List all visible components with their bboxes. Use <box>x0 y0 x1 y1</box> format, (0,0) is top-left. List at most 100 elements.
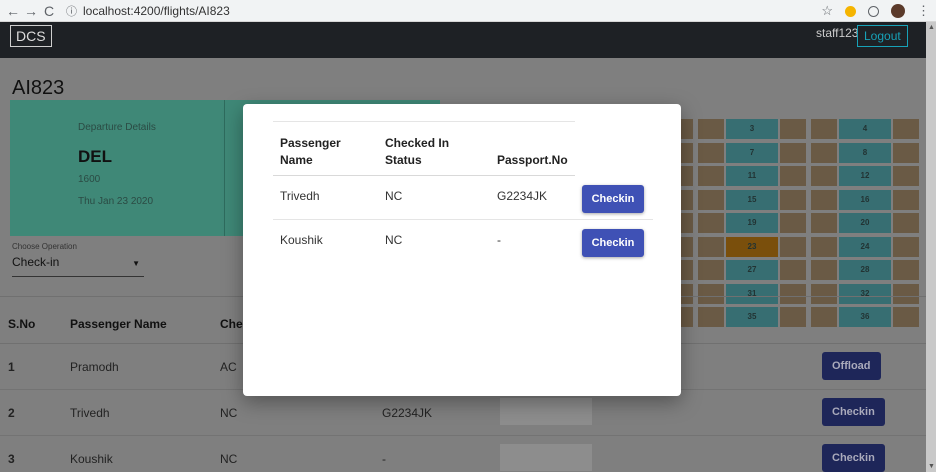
table-row: 2 Trivedh NC G2234JK Checkin <box>0 390 926 436</box>
extension-icon[interactable] <box>845 5 856 17</box>
forward-icon[interactable]: → <box>22 3 40 19</box>
row-status: AC <box>220 360 237 374</box>
address-bar[interactable]: ⓘ localhost:4200/flights/AI823 <box>66 3 230 19</box>
browser-toolbar: ← → C ⓘ localhost:4200/flights/AI823 ☆ ⋮ <box>0 0 936 22</box>
url-text[interactable]: localhost:4200/flights/AI823 <box>83 4 230 18</box>
seat-11[interactable]: 11 <box>726 166 778 186</box>
seat-cell <box>893 213 919 233</box>
modal-row-status: NC <box>385 189 403 203</box>
row-status: NC <box>220 452 238 466</box>
seat-cell <box>780 213 806 233</box>
seat-cell <box>893 166 919 186</box>
seat-12[interactable]: 12 <box>839 166 891 186</box>
row-sno: 3 <box>8 452 15 466</box>
modal-header-name: Passenger Name <box>280 136 341 167</box>
seat-4[interactable]: 4 <box>839 119 891 139</box>
seat-cell <box>811 260 837 280</box>
seat-cell <box>811 236 837 257</box>
header-sno: S.No <box>8 317 36 331</box>
seat-7[interactable]: 7 <box>726 142 778 163</box>
seat-cell <box>811 213 837 233</box>
checkin-button[interactable]: Checkin <box>822 398 885 426</box>
checkin-dialog: Passenger Name Checked In Status Passpor… <box>243 104 681 396</box>
seat-24[interactable]: 24 <box>839 236 891 257</box>
seat-23[interactable]: 23 <box>726 236 778 257</box>
seat-cell <box>780 142 806 163</box>
row-name: Koushik <box>70 452 113 466</box>
modal-row-status: NC <box>385 233 403 247</box>
header-checked-in: Che <box>220 317 243 331</box>
username: staff123 <box>816 26 859 40</box>
seat-cell <box>811 166 837 186</box>
seat-cell <box>698 213 724 233</box>
extension-icon[interactable] <box>868 5 879 17</box>
divider <box>273 121 575 122</box>
row-status: NC <box>220 406 238 420</box>
modal-checkin-button[interactable]: Checkin <box>582 229 644 257</box>
divider <box>273 175 575 176</box>
modal-row-passport: - <box>497 233 501 247</box>
seat-16[interactable]: 16 <box>839 189 891 210</box>
operation-select[interactable]: Check-in ▼ <box>12 255 144 277</box>
profile-avatar[interactable] <box>891 4 905 18</box>
seat-20[interactable]: 20 <box>839 213 891 233</box>
row-sno: 2 <box>8 406 15 420</box>
seat-cell <box>893 119 919 139</box>
modal-row-name: Koushik <box>280 233 323 247</box>
logout-button[interactable]: Logout <box>857 25 908 47</box>
modal-row-name: Trivedh <box>280 189 320 203</box>
seat-3[interactable]: 3 <box>726 119 778 139</box>
checkin-button[interactable]: Checkin <box>822 444 885 472</box>
seat-cell <box>698 260 724 280</box>
seat-input[interactable] <box>500 444 592 471</box>
modal-header-passport: Passport.No <box>497 153 568 167</box>
departure-date: Thu Jan 23 2020 <box>78 196 154 207</box>
bookmark-star-icon[interactable]: ☆ <box>821 3 833 19</box>
seat-cell <box>780 236 806 257</box>
browser-menu-icon[interactable]: ⋮ <box>917 3 930 19</box>
seat-27[interactable]: 27 <box>726 260 778 280</box>
card-divider <box>224 100 225 236</box>
seat-cell <box>893 260 919 280</box>
seat-cell <box>780 166 806 186</box>
seat-cell <box>698 189 724 210</box>
flight-code: AI823 <box>12 77 65 99</box>
row-passport: G2234JK <box>382 406 433 420</box>
seat-cell <box>698 236 724 257</box>
operation-value: Check-in <box>12 255 60 269</box>
row-sno: 1 <box>8 360 15 374</box>
seat-cell <box>893 142 919 163</box>
seat-cell <box>780 260 806 280</box>
seat-cell <box>893 189 919 210</box>
seat-8[interactable]: 8 <box>839 142 891 163</box>
seat-cell <box>780 119 806 139</box>
divider <box>273 219 653 220</box>
modal-row-passport: G2234JK <box>497 189 548 203</box>
back-icon[interactable]: ← <box>4 3 22 19</box>
seat-input[interactable] <box>500 398 592 425</box>
seat-19[interactable]: 19 <box>726 213 778 233</box>
row-name: Pramodh <box>70 360 119 374</box>
modal-checkin-button[interactable]: Checkin <box>582 185 644 213</box>
table-row: 3 Koushik NC - Checkin <box>0 436 926 472</box>
row-name: Trivedh <box>70 406 110 420</box>
modal-header-status: Checked In Status <box>385 136 450 167</box>
dropdown-arrow-icon: ▼ <box>132 259 140 268</box>
departure-airport: DEL <box>78 147 112 166</box>
info-icon[interactable]: ⓘ <box>66 3 77 19</box>
seat-cell <box>811 142 837 163</box>
seat-cell <box>698 166 724 186</box>
seat-28[interactable]: 28 <box>839 260 891 280</box>
seat-cell <box>780 189 806 210</box>
scroll-up-icon[interactable]: ▲ <box>928 24 935 31</box>
scrollbar[interactable]: ▲ ▼ <box>926 22 936 472</box>
reload-icon[interactable]: C <box>40 3 58 19</box>
offload-button[interactable]: Offload <box>822 352 881 380</box>
seat-cell <box>698 142 724 163</box>
seat-cell <box>893 236 919 257</box>
scroll-down-icon[interactable]: ▼ <box>928 463 935 470</box>
operation-label: Choose Operation <box>12 242 77 251</box>
departure-time: 1600 <box>78 174 101 185</box>
seat-15[interactable]: 15 <box>726 189 778 210</box>
brand-logo[interactable]: DCS <box>10 25 52 47</box>
